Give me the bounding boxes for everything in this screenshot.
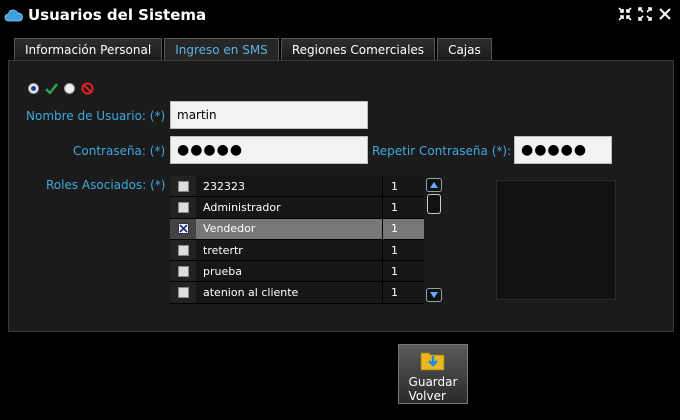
save-button-label: Guardar [408,375,458,389]
repeat-password-label: Repetir Contraseña (*): [372,144,512,158]
status-radio-inactive[interactable] [64,83,75,94]
checkmark-icon [45,82,58,95]
tab-ingreso-en-sms[interactable]: Ingreso en SMS [164,38,279,61]
list-item[interactable]: prueba 1 [170,261,424,283]
arrow-down-icon [430,292,438,298]
roles-label: Roles Asociados: (*) [46,178,166,192]
role-name: Administrador [196,197,382,218]
list-item[interactable]: tretertr 1 [170,239,424,262]
role-checkbox[interactable] [177,180,189,192]
x-check-icon [178,224,188,233]
role-name: prueba [196,261,382,282]
username-input[interactable]: martin [170,101,368,129]
collapse-icon[interactable] [618,7,632,21]
expand-icon[interactable] [638,7,652,21]
status-selector [28,82,94,95]
arrow-up-icon [430,182,438,188]
folder-save-icon [420,352,445,371]
window-title: Usuarios del Sistema [28,6,207,24]
return-button-label: Volver [408,389,446,403]
list-item[interactable]: Vendedor 1 [170,218,424,240]
tab-cajas[interactable]: Cajas [437,38,492,60]
role-checkbox[interactable] [177,201,189,213]
role-checkbox[interactable] [177,223,189,235]
repeat-password-input[interactable]: ●●●●● [514,136,612,164]
list-item[interactable]: Administrador 1 [170,197,424,219]
password-input[interactable]: ●●●●● [170,136,368,164]
role-value: 1 [382,239,424,261]
scroll-up-button[interactable] [426,178,442,192]
role-value: 1 [382,218,424,239]
save-return-button[interactable]: Guardar Volver [398,344,468,404]
role-value: 1 [382,176,424,197]
password-label: Contraseña: (*) [73,144,166,158]
role-value: 1 [382,261,424,282]
list-item[interactable]: atenion al cliente 1 [170,282,424,304]
roles-list: 232323 1 Administrador 1 Vendedor 1 tret… [170,176,424,304]
role-name: Vendedor [196,218,382,239]
list-item[interactable]: 232323 1 [170,176,424,198]
title-bar: Usuarios del Sistema [0,0,680,30]
tab-regiones-comerciales[interactable]: Regiones Comerciales [280,38,436,60]
role-name: tretertr [196,239,382,261]
role-checkbox[interactable] [177,244,189,256]
role-name: atenion al cliente [196,282,382,303]
cloud-icon [4,9,23,22]
role-checkbox[interactable] [177,265,189,277]
preview-box [496,180,616,300]
roles-scrollbar[interactable] [426,178,442,302]
tab-bar: Información Personal Ingreso en SMS Regi… [14,38,492,61]
role-checkbox[interactable] [177,287,189,299]
scroll-thumb[interactable] [427,194,441,214]
close-icon[interactable] [658,7,672,21]
role-value: 1 [382,197,424,218]
status-radio-active[interactable] [28,83,39,94]
role-value: 1 [382,282,424,303]
forbidden-icon [81,82,94,95]
scroll-down-button[interactable] [426,288,442,302]
tab-informacion-personal[interactable]: Información Personal [14,38,163,60]
username-label: Nombre de Usuario: (*) [26,109,166,123]
role-name: 232323 [196,176,382,197]
